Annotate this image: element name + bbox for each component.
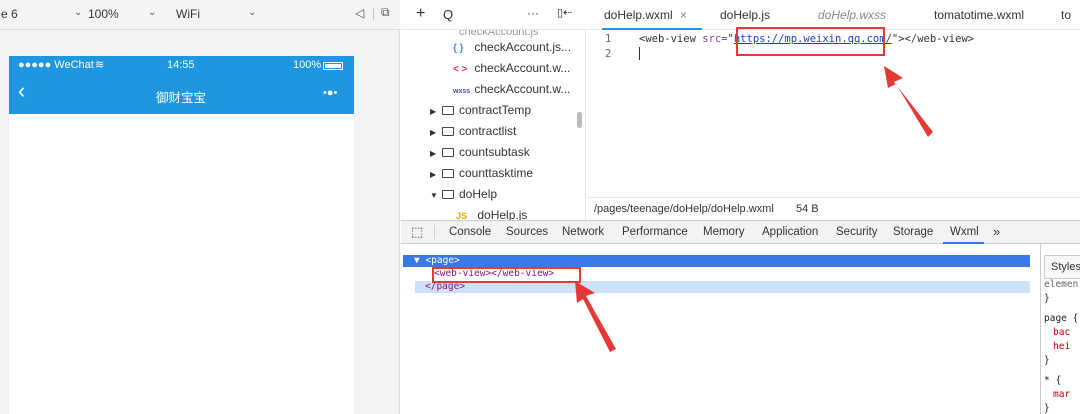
arrow-icon — [884, 66, 933, 137]
annotation-arrows — [575, 66, 933, 352]
arrow-icon — [575, 281, 616, 352]
